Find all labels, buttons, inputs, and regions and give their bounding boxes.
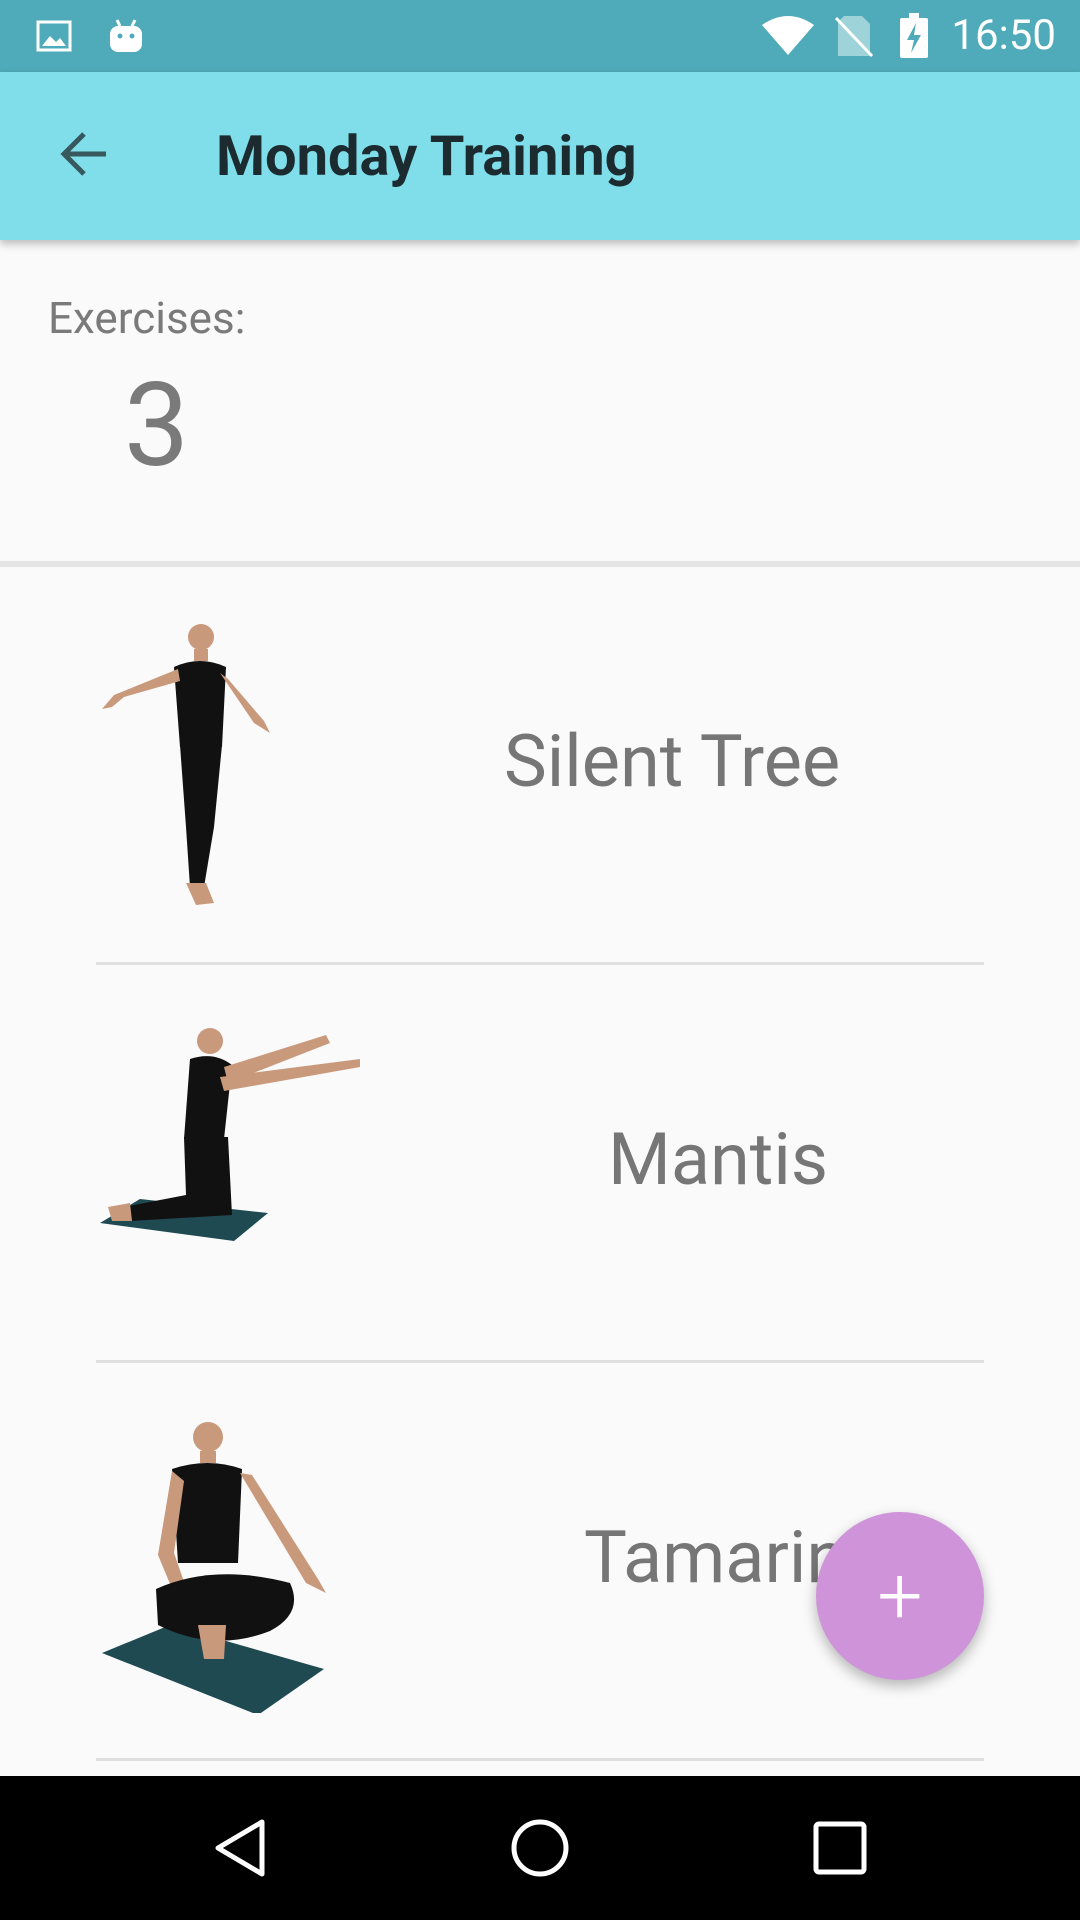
exercise-item-mantis[interactable]: Mantis — [0, 965, 1080, 1363]
home-circle-icon — [508, 1816, 572, 1884]
exercises-label: Exercises: — [48, 292, 246, 344]
exercise-name: Silent Tree — [504, 719, 841, 804]
wifi-icon — [758, 0, 818, 72]
exercises-count: 3 — [124, 358, 190, 494]
app-bar: Monday Training — [0, 72, 1080, 240]
status-bar: 16:50 — [0, 0, 1080, 72]
android-notification-icon — [104, 0, 148, 72]
page-title: Monday Training — [216, 123, 637, 189]
battery-charging-icon — [896, 0, 932, 72]
exercise-thumbnail — [94, 1015, 384, 1315]
exercise-thumbnail — [94, 617, 384, 917]
back-button[interactable] — [40, 112, 128, 200]
back-triangle-icon — [210, 1816, 270, 1884]
row-divider — [96, 1758, 984, 1761]
arrow-back-icon — [58, 130, 110, 182]
exercise-name: Tamarin — [584, 1515, 847, 1600]
no-sim-icon — [832, 0, 876, 72]
status-time: 16:50 — [951, 11, 1056, 60]
system-nav-bar — [0, 1776, 1080, 1920]
add-icon: + — [877, 1549, 923, 1643]
recents-square-icon — [812, 1820, 868, 1880]
nav-recents-button[interactable] — [790, 1800, 890, 1900]
exercise-item-silent-tree[interactable]: Silent Tree — [0, 567, 1080, 965]
image-notification-icon — [32, 0, 76, 72]
exercise-name: Mantis — [608, 1117, 829, 1202]
nav-home-button[interactable] — [490, 1800, 590, 1900]
add-exercise-button[interactable]: + — [816, 1512, 984, 1680]
exercise-summary: Exercises: 3 — [0, 240, 1080, 562]
nav-back-button[interactable] — [190, 1800, 290, 1900]
exercise-thumbnail — [94, 1413, 384, 1715]
